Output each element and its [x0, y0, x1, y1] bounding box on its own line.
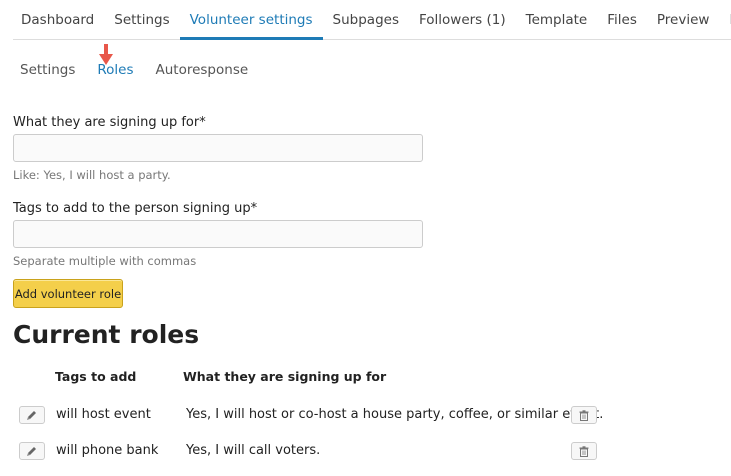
sub-nav-tabs: Settings Roles Autoresponse [20, 62, 270, 78]
role-tags-cell: will phone bank [56, 443, 159, 458]
role-tags-cell: will host event [56, 407, 151, 422]
signup-field-label: What they are signing up for* [13, 115, 206, 130]
signup-hint: Like: Yes, I will host a party. [13, 168, 171, 182]
role-signup-cell: Yes, I will call voters. [186, 443, 321, 458]
add-volunteer-role-button[interactable]: Add volunteer role [13, 279, 123, 308]
delete-role-button[interactable] [571, 442, 597, 460]
pencil-icon [27, 411, 36, 420]
tab-settings[interactable]: Settings [104, 0, 179, 40]
subtab-roles[interactable]: Roles [97, 62, 133, 78]
tab-preview[interactable]: Preview [647, 0, 720, 40]
volunteer-roles-page: Dashboard Settings Volunteer settings Su… [0, 0, 731, 476]
tab-files[interactable]: Files [597, 0, 647, 40]
edit-role-button[interactable] [19, 406, 45, 424]
tags-field-label: Tags to add to the person signing up* [13, 201, 258, 216]
subtab-settings[interactable]: Settings [20, 62, 75, 78]
tab-dashboard[interactable]: Dashboard [13, 0, 104, 40]
tab-live[interactable]: Live [719, 0, 731, 40]
tab-template[interactable]: Template [516, 0, 598, 40]
trash-icon [579, 445, 589, 457]
tab-followers[interactable]: Followers (1) [409, 0, 516, 40]
top-nav-tabs: Dashboard Settings Volunteer settings Su… [13, 0, 731, 40]
trash-icon [579, 409, 589, 421]
tab-subpages[interactable]: Subpages [323, 0, 409, 40]
current-roles-heading: Current roles [13, 320, 200, 349]
edit-role-button[interactable] [19, 442, 45, 460]
tab-volunteer-settings[interactable]: Volunteer settings [179, 0, 323, 40]
subtab-autoresponse[interactable]: Autoresponse [156, 62, 249, 78]
tags-input[interactable] [13, 220, 423, 248]
column-header-signup: What they are signing up for [183, 369, 387, 384]
role-signup-cell: Yes, I will host or co-host a house part… [186, 407, 604, 422]
signup-input[interactable] [13, 134, 423, 162]
column-header-tags: Tags to add [55, 369, 137, 384]
delete-role-button[interactable] [571, 406, 597, 424]
tags-hint: Separate multiple with commas [13, 254, 197, 268]
pencil-icon [27, 447, 36, 456]
